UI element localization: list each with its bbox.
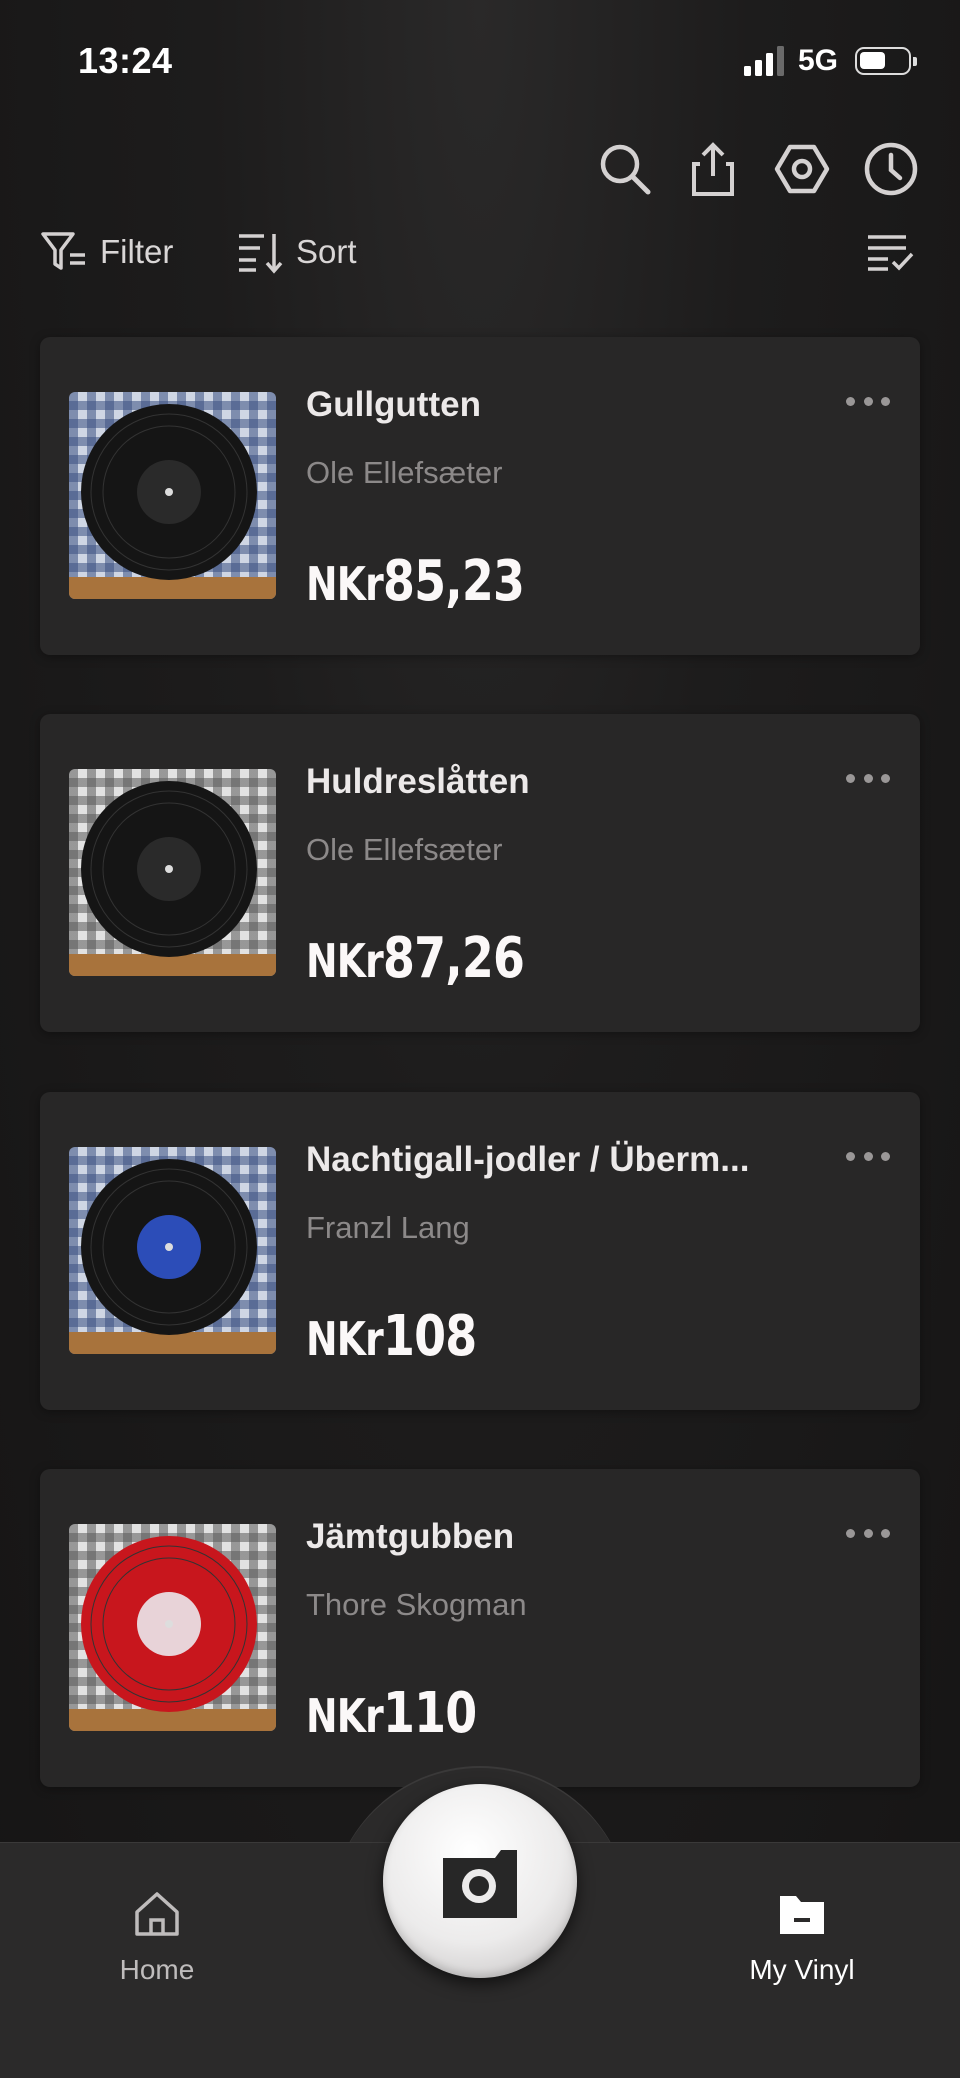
price-amount: 87,26 xyxy=(382,926,525,991)
camera-icon xyxy=(443,1850,517,1918)
record-artist: Ole Ellefsæter xyxy=(306,455,503,490)
sort-icon xyxy=(239,234,283,274)
record-cover-photo xyxy=(69,1524,276,1731)
vinyl-record-image xyxy=(81,404,257,580)
scan-camera-button[interactable] xyxy=(383,1784,577,1978)
record-cover-photo xyxy=(69,1147,276,1354)
record-title: Jämtgubben xyxy=(306,1517,515,1556)
tab-my-vinyl[interactable]: My Vinyl xyxy=(702,1888,902,1986)
sort-button[interactable]: Sort xyxy=(236,228,357,276)
record-title: Huldreslåtten xyxy=(306,762,530,801)
record-card[interactable]: Nachtigall-jodler / Überm... Franzl Lang… xyxy=(40,1092,920,1410)
filter-label: Filter xyxy=(100,233,174,270)
record-price: NKr108 xyxy=(306,1304,477,1369)
price-amount: 85,23 xyxy=(382,549,525,614)
record-artist: Franzl Lang xyxy=(306,1210,470,1245)
record-title: Gullgutten xyxy=(306,385,481,424)
record-card[interactable]: Jämtgubben Thore Skogman NKr110 xyxy=(40,1469,920,1787)
sort-label: Sort xyxy=(296,233,357,270)
folder-icon xyxy=(780,1896,824,1934)
vinyl-record-image xyxy=(81,781,257,957)
network-label: 5G xyxy=(798,44,839,77)
vinyl-record-image xyxy=(81,1159,257,1335)
more-options-icon[interactable] xyxy=(846,1529,890,1543)
record-artist: Ole Ellefsæter xyxy=(306,832,503,867)
select-list-icon[interactable] xyxy=(866,232,914,272)
price-currency: NKr xyxy=(306,1312,384,1366)
price-currency: NKr xyxy=(306,934,384,988)
price-amount: 108 xyxy=(382,1304,477,1369)
record-title: Nachtigall-jodler / Überm... xyxy=(306,1140,750,1179)
record-artist: Thore Skogman xyxy=(306,1587,527,1622)
more-options-icon[interactable] xyxy=(846,397,890,411)
record-cover-photo xyxy=(69,769,276,976)
status-bar: 13:24 5G xyxy=(0,0,960,120)
status-time: 13:24 xyxy=(78,40,173,81)
tab-my-vinyl-label: My Vinyl xyxy=(749,1954,855,1985)
settings-icon[interactable] xyxy=(773,140,831,198)
price-amount: 110 xyxy=(382,1681,477,1746)
tab-home[interactable]: Home xyxy=(57,1888,257,1986)
share-icon[interactable] xyxy=(684,140,742,198)
more-options-icon[interactable] xyxy=(846,1152,890,1166)
record-price: NKr110 xyxy=(306,1681,477,1746)
signal-icon xyxy=(744,46,784,76)
vinyl-record-image xyxy=(81,1536,257,1712)
filter-icon xyxy=(41,232,85,270)
price-currency: NKr xyxy=(306,1689,384,1743)
filter-button[interactable]: Filter xyxy=(40,228,173,276)
record-price: NKr85,23 xyxy=(306,549,525,614)
history-icon[interactable] xyxy=(862,140,920,198)
search-icon[interactable] xyxy=(596,140,654,198)
price-currency: NKr xyxy=(306,557,384,611)
record-card[interactable]: Gullgutten Ole Ellefsæter NKr85,23 xyxy=(40,337,920,655)
record-card[interactable]: Huldreslåtten Ole Ellefsæter NKr87,26 xyxy=(40,714,920,1032)
more-options-icon[interactable] xyxy=(846,774,890,788)
home-icon xyxy=(135,1892,179,1936)
record-price: NKr87,26 xyxy=(306,926,525,991)
battery-icon xyxy=(855,47,917,75)
tab-home-label: Home xyxy=(119,1954,195,1985)
record-cover-photo xyxy=(69,392,276,599)
